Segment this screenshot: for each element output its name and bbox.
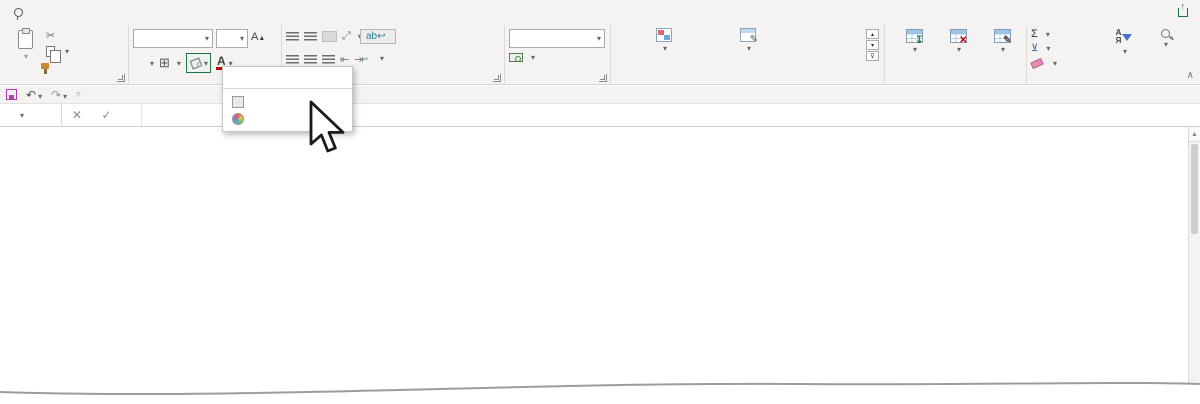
borders-button[interactable]: ⊞ bbox=[159, 55, 170, 71]
format-as-table-button[interactable]: ▾ bbox=[707, 28, 789, 55]
scrollbar-thumb[interactable] bbox=[1191, 144, 1198, 234]
fill-color-icon bbox=[189, 57, 202, 69]
autosum-icon: Σ bbox=[1031, 28, 1038, 40]
align-center-icon[interactable] bbox=[304, 55, 317, 64]
spreadsheet-grid bbox=[0, 127, 1188, 385]
align-right-icon[interactable] bbox=[322, 55, 335, 64]
font-size-select[interactable]: ▾ bbox=[216, 29, 248, 48]
fill-color-button[interactable]: ▾ bbox=[186, 53, 211, 73]
funnel-icon bbox=[1122, 34, 1132, 41]
wrap-text-icon: ab↩ bbox=[366, 31, 386, 42]
conditional-formatting-icon bbox=[656, 28, 672, 42]
redo-button[interactable]: ↷▾ bbox=[51, 88, 67, 102]
borders-dropdown[interactable]: ▾ bbox=[177, 59, 181, 68]
insert-cells-icon: ↧ bbox=[906, 29, 923, 43]
ribbon: ▾ ✂ ▾ ▾ ▾ A▲ ▾ ⊞ ▾ bbox=[0, 25, 1200, 85]
copy-icon bbox=[46, 46, 55, 57]
paste-icon bbox=[18, 30, 33, 49]
no-fill-icon bbox=[232, 96, 244, 108]
underline-dropdown[interactable]: ▾ bbox=[150, 59, 154, 68]
delete-cells-button[interactable]: ✕ ▾ bbox=[937, 29, 979, 54]
merge-center-button[interactable]: ⇔ ▾ bbox=[360, 53, 384, 64]
undo-button[interactable]: ↶▾ bbox=[26, 88, 42, 102]
copy-button[interactable]: ▾ bbox=[46, 46, 69, 57]
format-cells-icon: ✎ bbox=[994, 29, 1011, 43]
cancel-entry-button[interactable]: ✕ bbox=[72, 108, 82, 122]
clipboard-dialog-launcher[interactable] bbox=[117, 74, 125, 82]
format-painter-button[interactable] bbox=[40, 63, 55, 74]
tell-me-hint[interactable] bbox=[14, 8, 28, 17]
group-editing: Σ ▾ ⊻ ▾ ▾ АЯ ▾ ▾ bbox=[1027, 25, 1187, 84]
quick-access-toolbar: ↶▾ ↷▾ ▿ bbox=[0, 86, 1200, 104]
share-icon bbox=[1178, 8, 1188, 17]
decrease-indent-icon[interactable]: ⇤ bbox=[340, 53, 349, 66]
align-middle-icon[interactable] bbox=[304, 32, 317, 41]
magnifier-icon bbox=[1161, 29, 1170, 38]
gallery-up-button[interactable]: ▴ bbox=[866, 29, 879, 39]
share-button[interactable] bbox=[1178, 8, 1192, 17]
gallery-more-button[interactable]: ⊽ bbox=[866, 51, 879, 61]
font-name-select[interactable]: ▾ bbox=[133, 29, 213, 48]
conditional-formatting-button[interactable]: ▾ bbox=[625, 28, 703, 55]
align-top-icon[interactable] bbox=[286, 32, 299, 41]
clear-button[interactable]: ▾ bbox=[1031, 59, 1057, 68]
number-dialog-launcher[interactable] bbox=[599, 74, 607, 82]
confirm-entry-button[interactable]: ✓ bbox=[102, 108, 112, 122]
format-as-table-icon bbox=[740, 28, 756, 42]
group-clipboard: ▾ ✂ ▾ bbox=[0, 25, 129, 84]
delete-cells-icon: ✕ bbox=[950, 29, 967, 43]
fill-button[interactable]: ⊻ ▾ bbox=[1031, 43, 1050, 54]
cut-button[interactable]: ✂ bbox=[46, 29, 55, 42]
qat-customize-button[interactable]: ▿ bbox=[76, 89, 81, 100]
accounting-format-icon[interactable] bbox=[509, 53, 523, 62]
palette-icon bbox=[232, 113, 244, 125]
grow-font-button[interactable]: A▲ bbox=[251, 31, 265, 43]
group-styles: ▾ ▾ ▴ ▾ ⊽ bbox=[611, 25, 885, 84]
group-number: ▾ ▾ bbox=[505, 25, 611, 84]
align-left-icon[interactable] bbox=[286, 55, 299, 64]
sort-az-icon: АЯ bbox=[1116, 29, 1122, 45]
paste-button[interactable]: ▾ bbox=[6, 30, 44, 61]
merge-center-icon: ⇔ bbox=[360, 53, 370, 64]
group-cells: ↧ ▾ ✕ ▾ ✎ ▾ bbox=[885, 25, 1027, 84]
eraser-icon bbox=[1030, 58, 1044, 69]
insert-cells-button[interactable]: ↧ ▾ bbox=[893, 29, 935, 54]
lightbulb-icon bbox=[14, 8, 23, 17]
vertical-scrollbar[interactable]: ▲ bbox=[1188, 127, 1200, 385]
screenshot-torn-edge bbox=[0, 372, 1200, 404]
save-icon[interactable] bbox=[6, 89, 17, 100]
autosum-button[interactable]: Σ ▾ bbox=[1031, 28, 1050, 40]
find-select-button[interactable]: ▾ bbox=[1145, 29, 1185, 49]
alignment-dialog-launcher[interactable] bbox=[493, 74, 501, 82]
name-box-dropdown-icon: ▾ bbox=[20, 111, 24, 120]
scissors-icon: ✂ bbox=[46, 30, 55, 42]
orientation-icon[interactable]: ⤢ bbox=[342, 30, 351, 43]
mouse-cursor bbox=[309, 100, 353, 158]
sort-filter-button[interactable]: АЯ ▾ bbox=[1101, 29, 1147, 56]
ribbon-tab-bar bbox=[0, 0, 1200, 25]
gallery-down-button[interactable]: ▾ bbox=[866, 40, 879, 50]
align-bottom-icon[interactable] bbox=[322, 31, 337, 42]
format-painter-icon bbox=[40, 63, 51, 74]
wrap-text-button[interactable]: ab↩ bbox=[360, 29, 396, 44]
scroll-up-arrow[interactable]: ▲ bbox=[1189, 127, 1200, 142]
name-box[interactable]: ▾ bbox=[0, 104, 62, 126]
number-format-select[interactable]: ▾ bbox=[509, 29, 605, 48]
fill-down-icon: ⊻ bbox=[1031, 43, 1038, 54]
format-cells-button[interactable]: ✎ ▾ bbox=[981, 29, 1023, 54]
formula-bar: ▾ ✕ ✓ bbox=[0, 104, 1200, 127]
collapse-ribbon-button[interactable]: ∧ bbox=[1187, 70, 1194, 81]
